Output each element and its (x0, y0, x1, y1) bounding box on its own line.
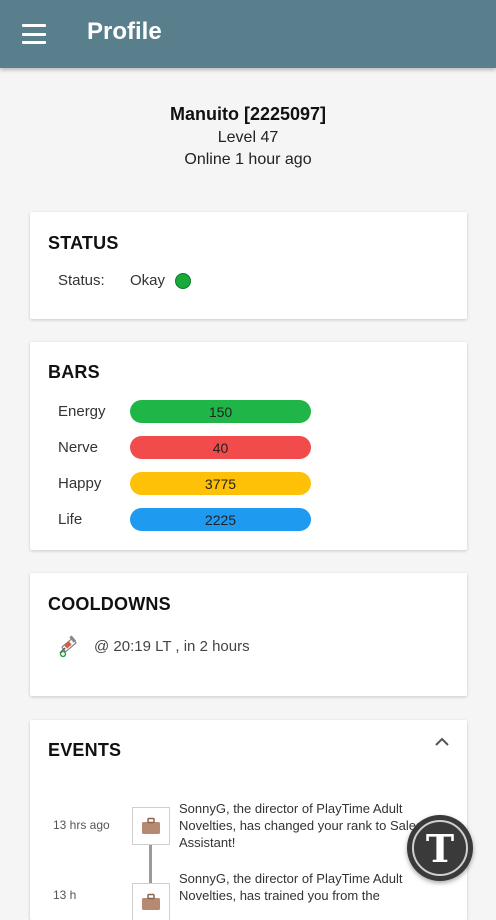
player-name: Manuito [2225097] (169, 104, 327, 124)
chevron-up-icon[interactable] (433, 736, 451, 748)
status-value: Okay (130, 272, 166, 289)
status-label: Status: (58, 272, 105, 289)
torn-logo-button[interactable]: T (407, 815, 473, 881)
cooldown-item: @ 20:19 LT , in 2 hours (56, 633, 250, 659)
app-bar: Profile (0, 0, 496, 68)
nerve-bar: 40 (130, 436, 311, 459)
bar-label: Life (58, 511, 83, 528)
energy-bar: 150 (130, 400, 311, 423)
life-bar: 2225 (130, 508, 311, 531)
cooldown-text: @ 20:19 LT , in 2 hours (94, 637, 250, 655)
bar-row-happy: Happy 3775 (58, 472, 311, 495)
profile-header: Manuito [2225097] Level 47 Online 1 hour… (0, 100, 496, 169)
cooldowns-card-title: COOLDOWNS (48, 594, 171, 614)
events-card: EVENTS 13 hrs ago SonnyG, the director o… (30, 720, 467, 920)
events-card-title: EVENTS (48, 740, 122, 760)
status-card: STATUS Status: Okay (30, 212, 467, 319)
bar-label: Energy (58, 403, 106, 420)
event-text: SonnyG, the director of PlayTime Adult N… (179, 801, 423, 850)
event-icon-box (132, 807, 170, 845)
online-status: Online 1 hour ago (184, 151, 312, 168)
status-dot-icon (175, 272, 192, 289)
bar-label: Happy (58, 475, 102, 492)
briefcase-icon (142, 893, 160, 910)
torn-logo-icon: T (412, 820, 468, 876)
happy-bar: 3775 (130, 472, 311, 495)
bars-card: BARS Energy 150 Nerve 40 Happy 3775 Life… (30, 342, 467, 550)
event-time: 13 hrs ago (53, 818, 110, 832)
status-card-title: STATUS (48, 233, 119, 253)
timeline-connector (149, 843, 152, 883)
bar-row-energy: Energy 150 (58, 400, 311, 423)
briefcase-icon (142, 817, 160, 834)
cooldowns-card: COOLDOWNS @ 20:19 LT , in 2 hours (30, 573, 467, 696)
bar-row-life: Life 2225 (58, 508, 311, 531)
booster-syringe-icon (59, 635, 77, 658)
player-level: Level 47 (217, 129, 279, 146)
bar-row-nerve: Nerve 40 (58, 436, 311, 459)
bars-card-title: BARS (48, 362, 100, 382)
page-title: Profile (87, 18, 162, 45)
bar-label: Nerve (58, 439, 99, 456)
status-row: Status: Okay (58, 272, 192, 289)
event-icon-box (132, 883, 170, 920)
event-text: SonnyG, the director of PlayTime Adult N… (179, 871, 403, 903)
hamburger-menu-icon[interactable] (22, 24, 46, 44)
